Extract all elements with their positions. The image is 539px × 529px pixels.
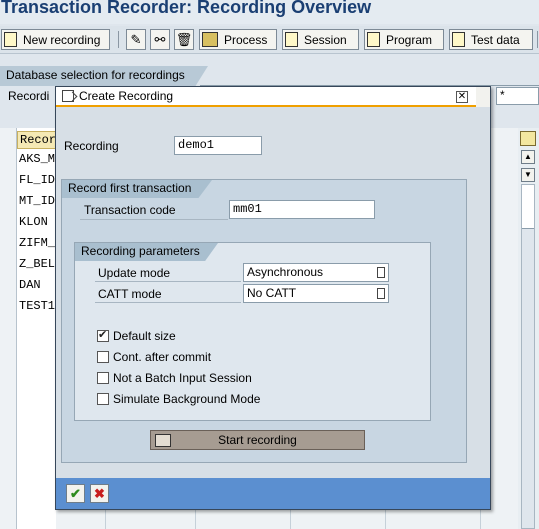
recording-column-header[interactable]: Record [17, 131, 57, 149]
table-row[interactable]: AKS_M [19, 152, 55, 166]
document-icon [4, 32, 17, 47]
selection-section-title: Database selection for recordings [0, 66, 208, 86]
dialog-title-bar: Create Recording ✕ [56, 87, 490, 107]
recording-parameters-group: Recording parameters Update mode Asynchr… [74, 242, 431, 421]
recording-column: Record AKS_M FL_ID MT_ID KLON ZIFM_ Z_BE… [16, 128, 57, 529]
close-icon[interactable]: ✕ [456, 91, 468, 103]
record-first-transaction-title: Record first transaction [62, 180, 212, 198]
display-glasses-icon[interactable]: ⚯ [150, 29, 170, 50]
program-label: Program [386, 32, 433, 47]
recording-filter-input[interactable]: * [496, 87, 539, 105]
start-recording-button[interactable]: Start recording [150, 430, 365, 450]
scroll-down-icon[interactable]: ▼ [521, 168, 535, 182]
value-help-icon[interactable] [377, 288, 385, 299]
table-row[interactable]: FL_ID [19, 173, 55, 187]
cancel-x-icon[interactable]: ✖ [90, 484, 109, 503]
trash-icon[interactable]: 🗑 [174, 29, 194, 50]
vertical-scrollbar[interactable] [521, 184, 535, 529]
default-size-checkbox[interactable]: Default size [97, 328, 176, 343]
checkmark-icon[interactable]: ✔ [66, 484, 85, 503]
label-underline [95, 281, 241, 282]
label-underline [95, 302, 241, 303]
recording-label: Recording [64, 139, 119, 153]
update-mode-value: Asynchronous [247, 265, 324, 279]
checkbox-checked-icon[interactable] [97, 328, 109, 342]
start-recording-label: Start recording [218, 433, 297, 447]
window-title-bar: Transaction Recorder: Recording Overview [0, 0, 539, 24]
not-batch-input-checkbox[interactable]: Not a Batch Input Session [97, 371, 252, 385]
value-help-icon[interactable] [377, 267, 385, 278]
recording-parameters-title: Recording parameters [75, 243, 218, 261]
application-toolbar: New recording ✎ ⚯ 🗑 Process Session Prog… [0, 26, 539, 54]
catt-mode-label: CATT mode [98, 287, 162, 301]
process-button[interactable]: Process [199, 29, 277, 50]
session-button[interactable]: Session [282, 29, 359, 50]
table-row[interactable]: KLON [19, 215, 48, 229]
title-bar-end [476, 87, 490, 107]
label-underline [80, 219, 228, 220]
transaction-code-label: Transaction code [84, 203, 176, 217]
toolbar-separator [118, 31, 119, 48]
simulate-background-label: Simulate Background Mode [113, 392, 261, 406]
document-icon [452, 32, 465, 47]
scroll-up-icon[interactable]: ▲ [521, 150, 535, 164]
pencil-icon[interactable]: ✎ [126, 29, 146, 50]
recording-filter-label: Recordi [8, 89, 50, 103]
table-row[interactable]: ZIFM_ [19, 236, 55, 250]
dialog-footer: ✔ ✖ [56, 478, 490, 509]
process-label: Process [224, 32, 268, 47]
catt-mode-value: No CATT [247, 286, 297, 300]
default-size-label: Default size [113, 329, 176, 343]
new-recording-button[interactable]: New recording [1, 29, 110, 50]
table-settings-icon[interactable] [520, 131, 536, 146]
session-label: Session [304, 32, 347, 47]
document-icon [367, 32, 380, 47]
table-row[interactable]: Z_BEL [19, 257, 55, 271]
catt-mode-dropdown[interactable]: No CATT [243, 284, 389, 303]
not-batch-input-label: Not a Batch Input Session [113, 371, 252, 385]
table-row[interactable]: DAN [19, 278, 41, 292]
table-row[interactable]: TEST1 [19, 299, 55, 313]
new-recording-label: New recording [23, 32, 101, 47]
checkbox-unchecked-icon[interactable] [97, 393, 109, 405]
dialog-title: Create Recording [79, 89, 174, 103]
test-data-button[interactable]: Test data [449, 29, 533, 50]
update-mode-label: Update mode [98, 266, 171, 280]
popup-window-icon [62, 90, 74, 102]
program-button[interactable]: Program [364, 29, 444, 50]
scrollbar-thumb[interactable] [522, 185, 534, 229]
update-mode-dropdown[interactable]: Asynchronous [243, 263, 389, 282]
cont-after-commit-checkbox[interactable]: Cont. after commit [97, 350, 211, 364]
table-scroll-controls: ▲ ▼ [518, 128, 539, 529]
checkbox-unchecked-icon[interactable] [97, 372, 109, 384]
process-icon [202, 32, 218, 47]
test-data-label: Test data [471, 32, 520, 47]
recording-name-input[interactable]: demo1 [174, 136, 262, 155]
recorder-icon [155, 433, 171, 447]
simulate-background-checkbox[interactable]: Simulate Background Mode [97, 392, 260, 406]
transaction-code-input[interactable]: mm01 [229, 200, 375, 219]
create-recording-dialog: Create Recording ✕ Recording demo1 Recor… [55, 86, 491, 510]
checkbox-unchecked-icon[interactable] [97, 351, 109, 363]
window-title: Transaction Recorder: Recording Overview [1, 0, 372, 17]
record-first-transaction-group: Record first transaction Transaction cod… [61, 179, 467, 463]
cont-after-commit-label: Cont. after commit [113, 350, 212, 364]
table-row[interactable]: MT_ID [19, 194, 55, 208]
toolbar-separator [537, 31, 538, 48]
document-icon [285, 32, 298, 47]
